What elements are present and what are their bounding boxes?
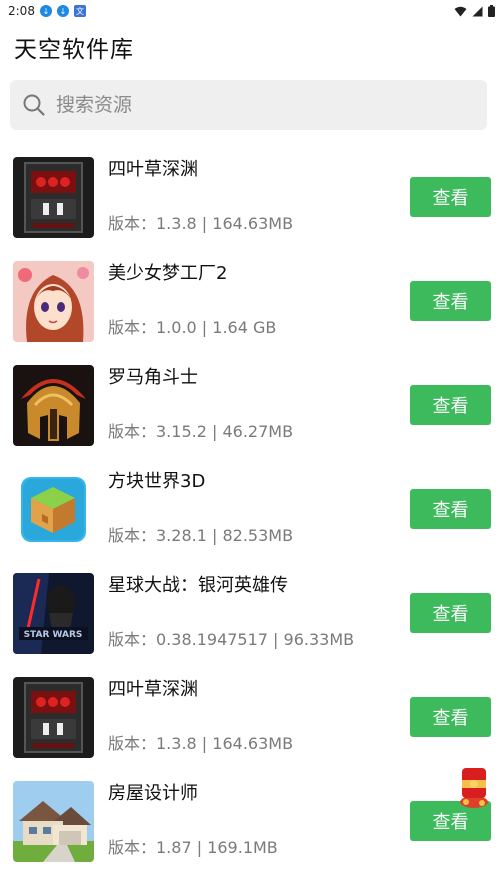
app-meta: 版本：3.15.2 | 46.27MB <box>108 422 294 441</box>
app-meta: 版本：0.38.1947517 | 96.33MB <box>108 630 355 649</box>
block-cube-icon <box>13 469 94 550</box>
house-icon <box>13 781 94 862</box>
anime-girl-icon <box>13 261 94 342</box>
download-icon: ↓ <box>56 5 69 17</box>
list-item[interactable]: 四叶草深渊 版本：1.3.8 | 164.63MB 查看 <box>0 148 503 252</box>
view-button[interactable]: 查看 <box>410 697 491 737</box>
app-name: 四叶草深渊 <box>108 159 198 180</box>
view-button[interactable]: 查看 <box>410 385 491 425</box>
wifi-icon <box>454 6 467 16</box>
status-right <box>454 5 495 17</box>
status-left: 2:08 ↓ ↓ 文 <box>8 4 86 18</box>
search-input[interactable] <box>54 93 458 117</box>
app-name: 方块世界3D <box>108 471 206 492</box>
page-title: 天空软件库 <box>14 37 134 63</box>
gladiator-helmet-icon <box>13 365 94 446</box>
translate-icon: 文 <box>73 5 86 17</box>
list-item[interactable]: 房屋设计师 版本：1.87 | 169.1MB 查看 <box>0 772 503 876</box>
signal-icon <box>472 6 483 16</box>
star-wars-icon: STAR WARS <box>13 573 94 654</box>
list-item[interactable]: 美少女梦工厂2 版本：1.0.0 | 1.64 GB 查看 <box>0 252 503 356</box>
app-meta: 版本：1.3.8 | 164.63MB <box>108 734 294 753</box>
list-item[interactable]: 罗马角斗士 版本：3.15.2 | 46.27MB 查看 <box>0 356 503 460</box>
list-item[interactable]: STAR WARS 星球大战：银河英雄传 版本：0.38.1947517 | 9… <box>0 564 503 668</box>
view-button[interactable]: 查看 <box>410 177 491 217</box>
view-button[interactable]: 查看 <box>410 281 491 321</box>
app-list: 四叶草深渊 版本：1.3.8 | 164.63MB 查看 美少女梦工厂2 版本：… <box>0 148 503 876</box>
svg-text:STAR WARS: STAR WARS <box>24 630 83 640</box>
app-name: 星球大战：银河英雄传 <box>108 575 288 596</box>
app-name: 罗马角斗士 <box>108 367 198 388</box>
battery-icon <box>488 5 495 17</box>
app-meta: 版本：1.87 | 169.1MB <box>108 838 278 857</box>
arcade-machine-icon <box>13 677 94 758</box>
arcade-machine-icon <box>13 157 94 238</box>
list-item[interactable]: 四叶草深渊 版本：1.3.8 | 164.63MB 查看 <box>0 668 503 772</box>
app-meta: 版本：3.28.1 | 82.53MB <box>108 526 294 545</box>
status-bar: 2:08 ↓ ↓ 文 <box>0 0 503 22</box>
app-name: 房屋设计师 <box>108 783 198 804</box>
search-bar[interactable] <box>10 80 487 130</box>
download-icon: ↓ <box>39 5 52 17</box>
app-meta: 版本：1.0.0 | 1.64 GB <box>108 318 277 337</box>
status-time: 2:08 <box>8 4 35 18</box>
app-name: 美少女梦工厂2 <box>108 263 228 284</box>
red-packet-icon[interactable] <box>458 766 490 808</box>
app-name: 四叶草深渊 <box>108 679 198 700</box>
view-button[interactable]: 查看 <box>410 489 491 529</box>
list-item[interactable]: 方块世界3D 版本：3.28.1 | 82.53MB 查看 <box>0 460 503 564</box>
app-meta: 版本：1.3.8 | 164.63MB <box>108 214 294 233</box>
view-button[interactable]: 查看 <box>410 593 491 633</box>
search-icon <box>23 94 45 116</box>
